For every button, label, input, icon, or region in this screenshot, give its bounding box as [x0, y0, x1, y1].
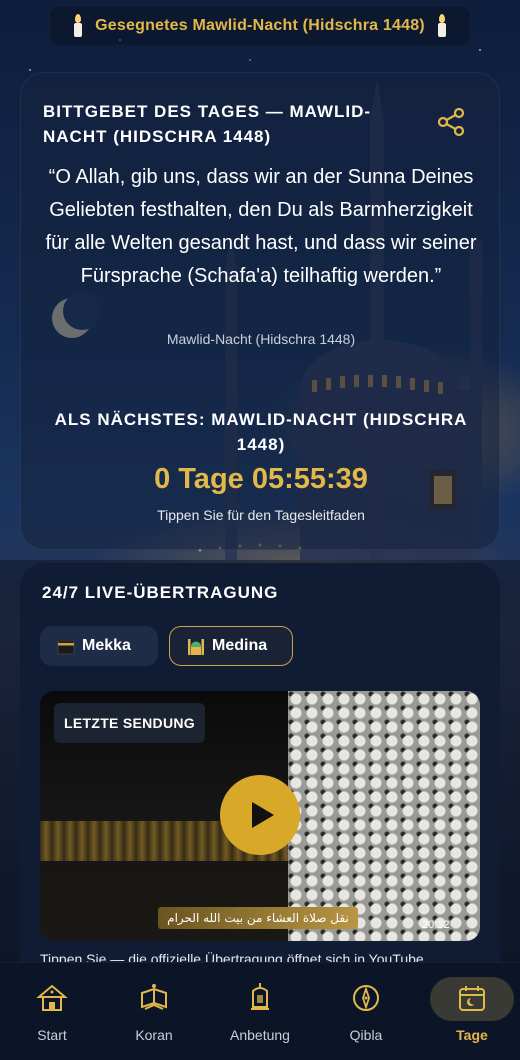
home-icon [36, 984, 68, 1011]
compass-icon [353, 985, 379, 1011]
nav-item-koran[interactable]: Koran [102, 963, 206, 1060]
next-event-heading: ALS NÄCHSTES: MAWLID-NACHT (HIDSCHRA 144… [54, 410, 468, 454]
nav-item-qibla[interactable]: Qibla [314, 963, 418, 1060]
last-broadcast-badge: LETZTE SENDUNG [54, 703, 205, 743]
share-icon [437, 107, 465, 137]
quran-icon [141, 984, 167, 1010]
nav-item-start[interactable]: Start [0, 963, 104, 1060]
video-player[interactable]: نقل صلاة العشاء من بيت الله الحرام 20:32… [40, 691, 480, 941]
nav-label-tage: Tage [456, 1027, 488, 1043]
video-clock: 20:32 [422, 919, 450, 931]
tab-medina[interactable]: Medina [169, 626, 293, 666]
play-icon [252, 802, 274, 828]
lantern-icon [251, 983, 269, 1010]
share-button[interactable] [437, 107, 467, 137]
dua-source: Mawlid-Nacht (Hidschra 1448) [166, 331, 356, 347]
countdown-timer: 0 Tage 05:55:39 [154, 463, 368, 495]
candle-icon [73, 14, 83, 38]
video-thumbnail-worshippers [288, 691, 480, 941]
bottom-navigation: Start Koran Anbetung Qibla Tage [0, 962, 520, 1060]
tab-medina-label: Medina [212, 637, 268, 654]
nav-label-start: Start [37, 1027, 67, 1043]
nav-label-qibla: Qibla [349, 1027, 383, 1043]
nav-item-tage[interactable]: Tage [420, 963, 520, 1060]
banner-title: Gesegnetes Mawlid-Nacht (Hidschra 1448) [95, 17, 425, 34]
live-heading: 24/7 LIVE-ÜBERTRAGUNG [42, 583, 279, 602]
dua-text: “O Allah, gib uns, dass wir an der Sunna… [45, 166, 477, 287]
kaaba-icon [57, 638, 75, 655]
nav-item-anbetung[interactable]: Anbetung [208, 963, 312, 1060]
play-button[interactable] [220, 775, 300, 855]
daily-guide-hint[interactable]: Tippen Sie für den Tagesleitfaden [43, 507, 479, 523]
celebration-banner: Gesegnetes Mawlid-Nacht (Hidschra 1448) [50, 7, 470, 45]
nav-label-koran: Koran [135, 1027, 173, 1043]
dua-heading: BITTGEBET DES TAGES — MAWLID-NACHT (HIDS… [43, 102, 372, 146]
tab-mekka-label: Mekka [82, 637, 131, 654]
video-ticker: نقل صلاة العشاء من بيت الله الحرام [158, 907, 358, 929]
nav-label-anbetung: Anbetung [230, 1027, 290, 1043]
dua-of-the-day-card[interactable]: BITTGEBET DES TAGES — MAWLID-NACHT (HIDS… [20, 72, 500, 550]
tab-mekka[interactable]: Mekka [40, 626, 158, 666]
mosque-icon [188, 639, 204, 655]
live-broadcast-card: 24/7 LIVE-ÜBERTRAGUNG Mekka Medina نقل ص… [20, 563, 500, 983]
calendar-icon [459, 986, 485, 1011]
candle-icon [437, 14, 447, 38]
